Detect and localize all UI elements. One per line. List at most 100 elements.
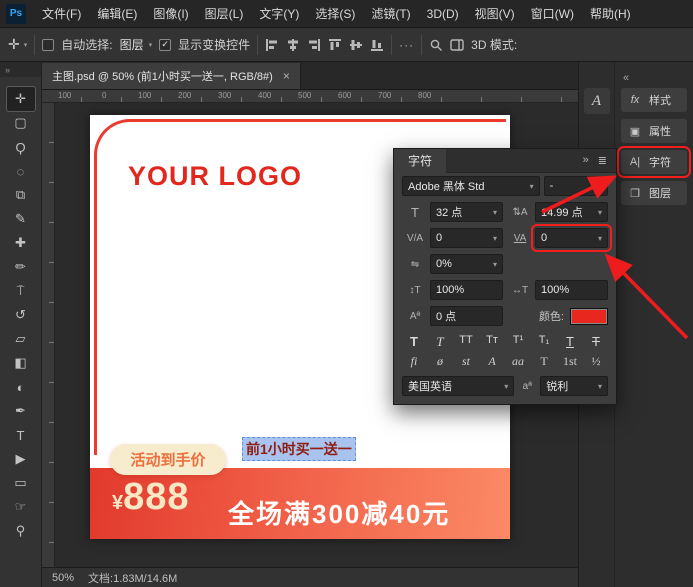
auto-select-checkbox[interactable] xyxy=(42,39,54,51)
zoom-level[interactable]: 50% xyxy=(52,572,74,584)
document-size-info: 文档:1.83M/14.6M xyxy=(88,570,177,586)
object-selection-tool[interactable]: ◌ xyxy=(7,159,35,183)
contextual-alternates-button[interactable]: ø xyxy=(430,354,450,369)
menu-type[interactable]: 文字(Y) xyxy=(251,0,307,28)
anti-alias-select[interactable]: 锐利▾ xyxy=(540,376,608,396)
menu-3d[interactable]: 3D(D) xyxy=(419,0,467,28)
swash-button[interactable]: A xyxy=(482,354,502,369)
leading-select[interactable]: 14.99 点▾ xyxy=(535,202,608,222)
menu-bar: Ps 文件(F) 编辑(E) 图像(I) 图层(L) 文字(Y) 选择(S) 滤… xyxy=(0,0,693,28)
tsume-select[interactable]: 0%▾ xyxy=(430,254,503,274)
character-panel-tab[interactable]: 字符 xyxy=(394,149,446,173)
menu-layer[interactable]: 图层(L) xyxy=(197,0,252,28)
workspace-switcher-icon[interactable] xyxy=(450,38,464,52)
lasso-tool[interactable]: Ϙ xyxy=(7,135,35,159)
character-panel: 字符 » ≣ Adobe 黑体 Std▾ -▾ T 32 点▾ ⇅A 14.99… xyxy=(393,148,617,405)
chevron-down-icon: ▾ xyxy=(598,182,602,191)
character-styles-panel-icon[interactable]: A xyxy=(584,88,610,114)
hand-tool[interactable]: ☞ xyxy=(7,495,35,519)
align-center-horizontal-icon[interactable] xyxy=(286,38,300,52)
gradient-tool[interactable]: ◧ xyxy=(7,351,35,375)
superscript-button[interactable]: T¹ xyxy=(508,334,528,350)
font-family-select[interactable]: Adobe 黑体 Std▾ xyxy=(402,176,540,196)
ordinals-button[interactable]: 1st xyxy=(560,354,580,369)
move-tool[interactable]: ✛ xyxy=(7,87,35,111)
spot-healing-tool[interactable]: ✚ xyxy=(7,231,35,255)
titling-alternates-button[interactable]: T xyxy=(534,354,554,369)
history-brush-tool[interactable]: ↺ xyxy=(7,303,35,327)
subscript-button[interactable]: T₁ xyxy=(534,334,554,350)
clone-stamp-tool[interactable]: ⍑ xyxy=(7,279,35,303)
auto-select-dropdown[interactable]: 图层 ▾ xyxy=(120,36,153,53)
font-size-select[interactable]: 32 点▾ xyxy=(430,202,503,222)
menu-select[interactable]: 选择(S) xyxy=(307,0,363,28)
close-icon[interactable]: × xyxy=(283,69,290,83)
ruler-tick: 200 xyxy=(178,91,191,100)
opentype-row: fi ø st A aa T 1st ½ xyxy=(394,352,616,373)
faux-bold-button[interactable]: T xyxy=(404,334,424,350)
type-tool[interactable]: T xyxy=(7,423,35,447)
toolbar-collapse-icon[interactable]: » xyxy=(0,62,41,77)
color-label: 颜色: xyxy=(539,308,564,324)
ruler-tick: 700 xyxy=(378,91,391,100)
kerning-select[interactable]: 0▾ xyxy=(430,228,503,248)
eraser-tool[interactable]: ▱ xyxy=(7,327,35,351)
dock-collapse-icon[interactable]: « xyxy=(621,68,687,88)
fractions-button[interactable]: ½ xyxy=(586,354,606,369)
panel-button-character[interactable]: A| 字符 xyxy=(621,150,687,174)
text-color-swatch[interactable] xyxy=(570,308,608,325)
align-middle-vertical-icon[interactable] xyxy=(349,38,363,52)
menu-file[interactable]: 文件(F) xyxy=(34,0,89,28)
rectangular-marquee-tool[interactable]: ▢ xyxy=(7,111,35,135)
ligatures-button[interactable]: fi xyxy=(404,354,424,369)
all-caps-button[interactable]: TT xyxy=(456,334,476,350)
align-left-icon[interactable] xyxy=(265,38,279,52)
language-select[interactable]: 美国英语▾ xyxy=(402,376,514,396)
menu-window[interactable]: 窗口(W) xyxy=(523,0,582,28)
panel-button-properties[interactable]: ▣ 属性 xyxy=(621,119,687,143)
more-options-icon[interactable]: ··· xyxy=(399,38,414,52)
menu-view[interactable]: 视图(V) xyxy=(467,0,523,28)
tracking-select[interactable]: 0▾ xyxy=(535,228,608,248)
horizontal-scale-input[interactable]: 100% xyxy=(535,280,608,300)
eyedropper-tool[interactable]: ✎ xyxy=(7,207,35,231)
font-style-select[interactable]: -▾ xyxy=(544,176,608,196)
underline-button[interactable]: T xyxy=(560,334,580,350)
panel-button-layers[interactable]: ❐ 图层 xyxy=(621,181,687,205)
vertical-scale-input[interactable]: 100% xyxy=(430,280,503,300)
panel-menu-icon[interactable]: ≣ xyxy=(598,154,607,167)
discretionary-ligatures-button[interactable]: st xyxy=(456,354,476,369)
3d-mode-label: 3D 模式: xyxy=(471,36,517,53)
stylistic-alternates-button[interactable]: aa xyxy=(508,354,528,369)
anti-alias-icon: aª xyxy=(518,381,536,392)
tool-preset-picker[interactable]: ✛ ▾ xyxy=(8,36,27,53)
align-bottom-icon[interactable] xyxy=(370,38,384,52)
menu-filter[interactable]: 滤镜(T) xyxy=(363,0,418,28)
zoom-tool[interactable]: ⚲ xyxy=(7,519,35,543)
horizontal-scale-icon: ↔T xyxy=(507,285,533,296)
baseline-shift-input[interactable]: 0 点 xyxy=(430,306,503,326)
panel-collapse-icon[interactable]: » xyxy=(583,154,589,167)
show-transform-checkbox[interactable]: ✓ xyxy=(159,39,171,51)
strikethrough-button[interactable]: T xyxy=(586,334,606,350)
panel-button-styles[interactable]: fx 样式 xyxy=(621,88,687,112)
selected-text-layer[interactable]: 前1小时买一送一 xyxy=(242,437,356,461)
menu-image[interactable]: 图像(I) xyxy=(145,0,196,28)
faux-italic-button[interactable]: T xyxy=(430,334,450,350)
pen-tool[interactable]: ✒ xyxy=(7,399,35,423)
brush-tool[interactable]: ✏ xyxy=(7,255,35,279)
document-tab[interactable]: 主图.psd @ 50% (前1小时买一送一, RGB/8#) × xyxy=(42,63,301,89)
divider xyxy=(421,35,422,55)
chevron-down-icon: ▾ xyxy=(493,208,497,217)
leading-icon: ⇅A xyxy=(507,207,533,218)
dodge-tool[interactable]: ◐ xyxy=(7,375,35,399)
menu-help[interactable]: 帮助(H) xyxy=(582,0,639,28)
crop-tool[interactable]: ⧉ xyxy=(7,183,35,207)
search-icon[interactable] xyxy=(429,38,443,52)
align-top-icon[interactable] xyxy=(328,38,342,52)
align-right-icon[interactable] xyxy=(307,38,321,52)
rectangle-tool[interactable]: ▭ xyxy=(7,471,35,495)
small-caps-button[interactable]: Tᴛ xyxy=(482,334,502,350)
menu-edit[interactable]: 编辑(E) xyxy=(89,0,145,28)
path-selection-tool[interactable]: ▶ xyxy=(7,447,35,471)
